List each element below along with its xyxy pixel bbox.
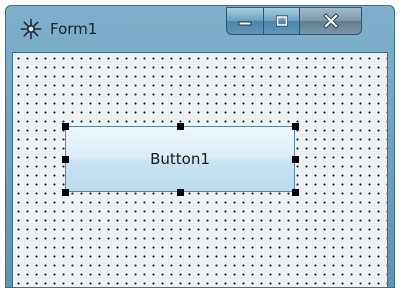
title-bar[interactable]: Form1 <box>6 6 394 50</box>
maximize-icon <box>275 15 288 27</box>
close-button[interactable] <box>300 7 362 35</box>
form-design-surface[interactable]: Button1 <box>12 52 388 287</box>
close-icon <box>322 13 339 29</box>
resize-handle-bottom[interactable] <box>177 189 184 196</box>
resize-handle-bottom-right[interactable] <box>292 189 299 196</box>
caption-buttons <box>226 7 362 35</box>
designer-window: Form1 Button1 <box>5 5 395 288</box>
resize-handle-top-right[interactable] <box>292 123 299 130</box>
app-icon <box>20 18 42 40</box>
resize-handle-right[interactable] <box>292 156 299 163</box>
minimize-icon <box>238 21 252 26</box>
resize-handle-top[interactable] <box>177 123 184 130</box>
minimize-button[interactable] <box>226 7 264 35</box>
resize-handle-top-left[interactable] <box>62 123 69 130</box>
resize-handle-bottom-left[interactable] <box>62 189 69 196</box>
form-button[interactable]: Button1 <box>65 126 295 192</box>
window-title: Form1 <box>50 20 98 38</box>
resize-handle-left[interactable] <box>62 156 69 163</box>
maximize-button[interactable] <box>264 7 300 35</box>
